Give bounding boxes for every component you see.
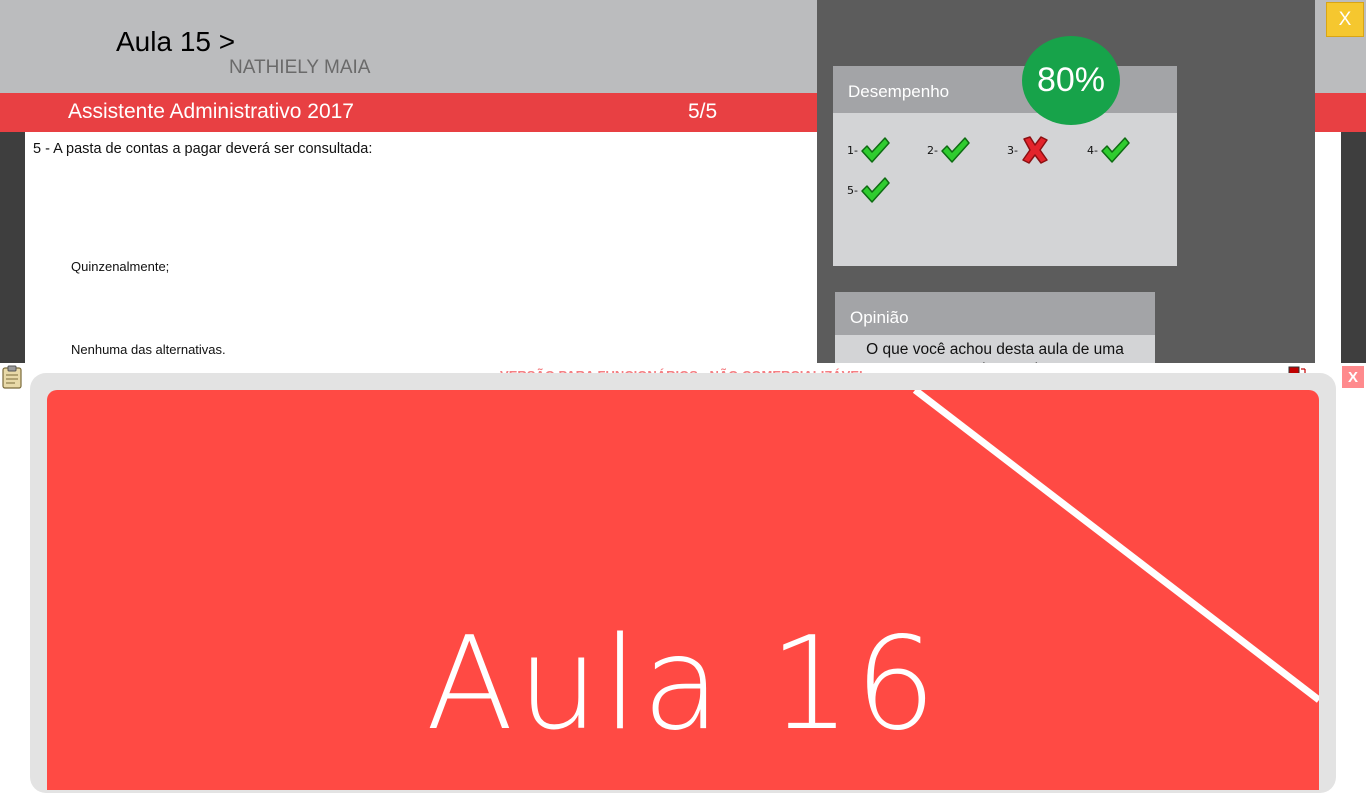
left-margin (0, 132, 25, 368)
lesson-title[interactable]: Aula 15 > (116, 26, 235, 58)
result-label: 3- (1007, 143, 1018, 157)
green-check-icon (941, 137, 970, 163)
result-label: 2- (927, 143, 938, 157)
green-check-icon (861, 137, 890, 163)
answer-option[interactable]: Nenhuma das alternativas. (71, 342, 226, 357)
result-label: 4- (1087, 143, 1098, 157)
next-lesson-slide[interactable]: Aula 16 (47, 390, 1319, 790)
student-name: NATHIELY MAIA (229, 57, 371, 78)
result-item-3: 3- (1007, 136, 1050, 164)
question-area (25, 132, 817, 368)
question-progress: 5/5 (688, 100, 718, 123)
opinion-title: Opinião (850, 308, 909, 327)
result-item-5: 5- (847, 176, 890, 204)
result-label: 5- (847, 183, 858, 197)
green-check-icon (861, 177, 890, 203)
red-x-icon (1022, 136, 1048, 164)
slide-title: Aula 16 (425, 610, 941, 759)
result-label: 1- (847, 143, 858, 157)
clipboard-icon[interactable] (2, 365, 22, 389)
result-item-1: 1- (847, 136, 890, 164)
green-check-icon (1101, 137, 1130, 163)
close-button[interactable]: X (1326, 2, 1364, 37)
answer-option[interactable]: Quinzenalmente; (71, 259, 169, 274)
result-item-2: 2- (927, 136, 970, 164)
course-title: Assistente Administrativo 2017 (68, 100, 354, 123)
result-item-4: 4- (1087, 136, 1130, 164)
score-value: 80% (1036, 61, 1106, 99)
question-text: 5 - A pasta de contas a pagar deverá ser… (33, 141, 373, 157)
right-margin (1341, 132, 1366, 368)
performance-title: Desempenho (848, 82, 950, 101)
score-badge: 80% (1022, 36, 1120, 125)
close-popup-button[interactable]: X (1342, 366, 1364, 388)
